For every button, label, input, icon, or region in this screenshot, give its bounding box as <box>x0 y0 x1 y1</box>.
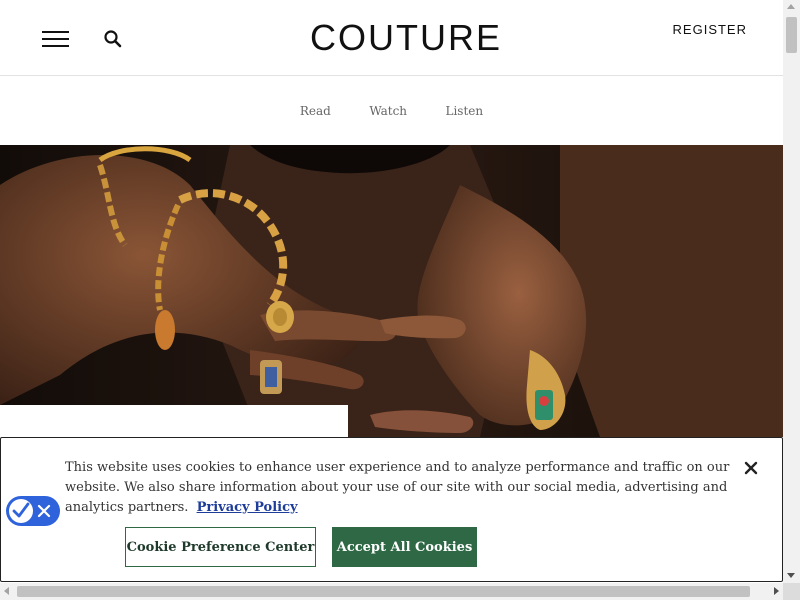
cookie-consent-banner: This website uses cookies to enhance use… <box>0 437 783 582</box>
privacy-badge-x <box>37 504 51 518</box>
site-header: COUTURE REGISTER <box>0 0 783 76</box>
register-link[interactable]: REGISTER <box>673 22 747 37</box>
close-icon[interactable] <box>742 459 760 477</box>
hero-image[interactable] <box>0 145 783 437</box>
nav-read[interactable]: Read <box>300 104 331 118</box>
hamburger-menu-icon[interactable] <box>42 29 69 49</box>
vertical-scrollbar[interactable] <box>783 0 800 583</box>
scrollbar-corner <box>783 583 800 600</box>
cookie-message-text: This website uses cookies to enhance use… <box>65 460 730 515</box>
scroll-down-icon[interactable] <box>787 573 795 578</box>
scroll-up-icon[interactable] <box>787 4 795 9</box>
scroll-left-icon[interactable] <box>4 587 9 595</box>
nav-listen[interactable]: Listen <box>445 104 483 118</box>
privacy-choices-icon[interactable] <box>6 496 60 526</box>
vertical-scroll-thumb[interactable] <box>786 17 797 53</box>
accept-cookies-button[interactable]: Accept All Cookies <box>332 527 477 567</box>
search-icon[interactable] <box>103 29 123 49</box>
scroll-right-icon[interactable] <box>774 587 779 595</box>
hero-photo-illustration <box>0 145 783 437</box>
site-logo[interactable]: COUTURE <box>310 16 500 60</box>
privacy-badge-knob <box>9 499 33 523</box>
privacy-policy-link[interactable]: Privacy Policy <box>197 500 298 515</box>
cookie-preference-button[interactable]: Cookie Preference Center <box>125 527 316 567</box>
cookie-message: This website uses cookies to enhance use… <box>65 458 735 518</box>
horizontal-scrollbar[interactable] <box>0 583 783 600</box>
section-nav: Read Watch Listen <box>0 76 783 145</box>
horizontal-scroll-thumb[interactable] <box>17 586 750 597</box>
nav-watch[interactable]: Watch <box>369 104 407 118</box>
